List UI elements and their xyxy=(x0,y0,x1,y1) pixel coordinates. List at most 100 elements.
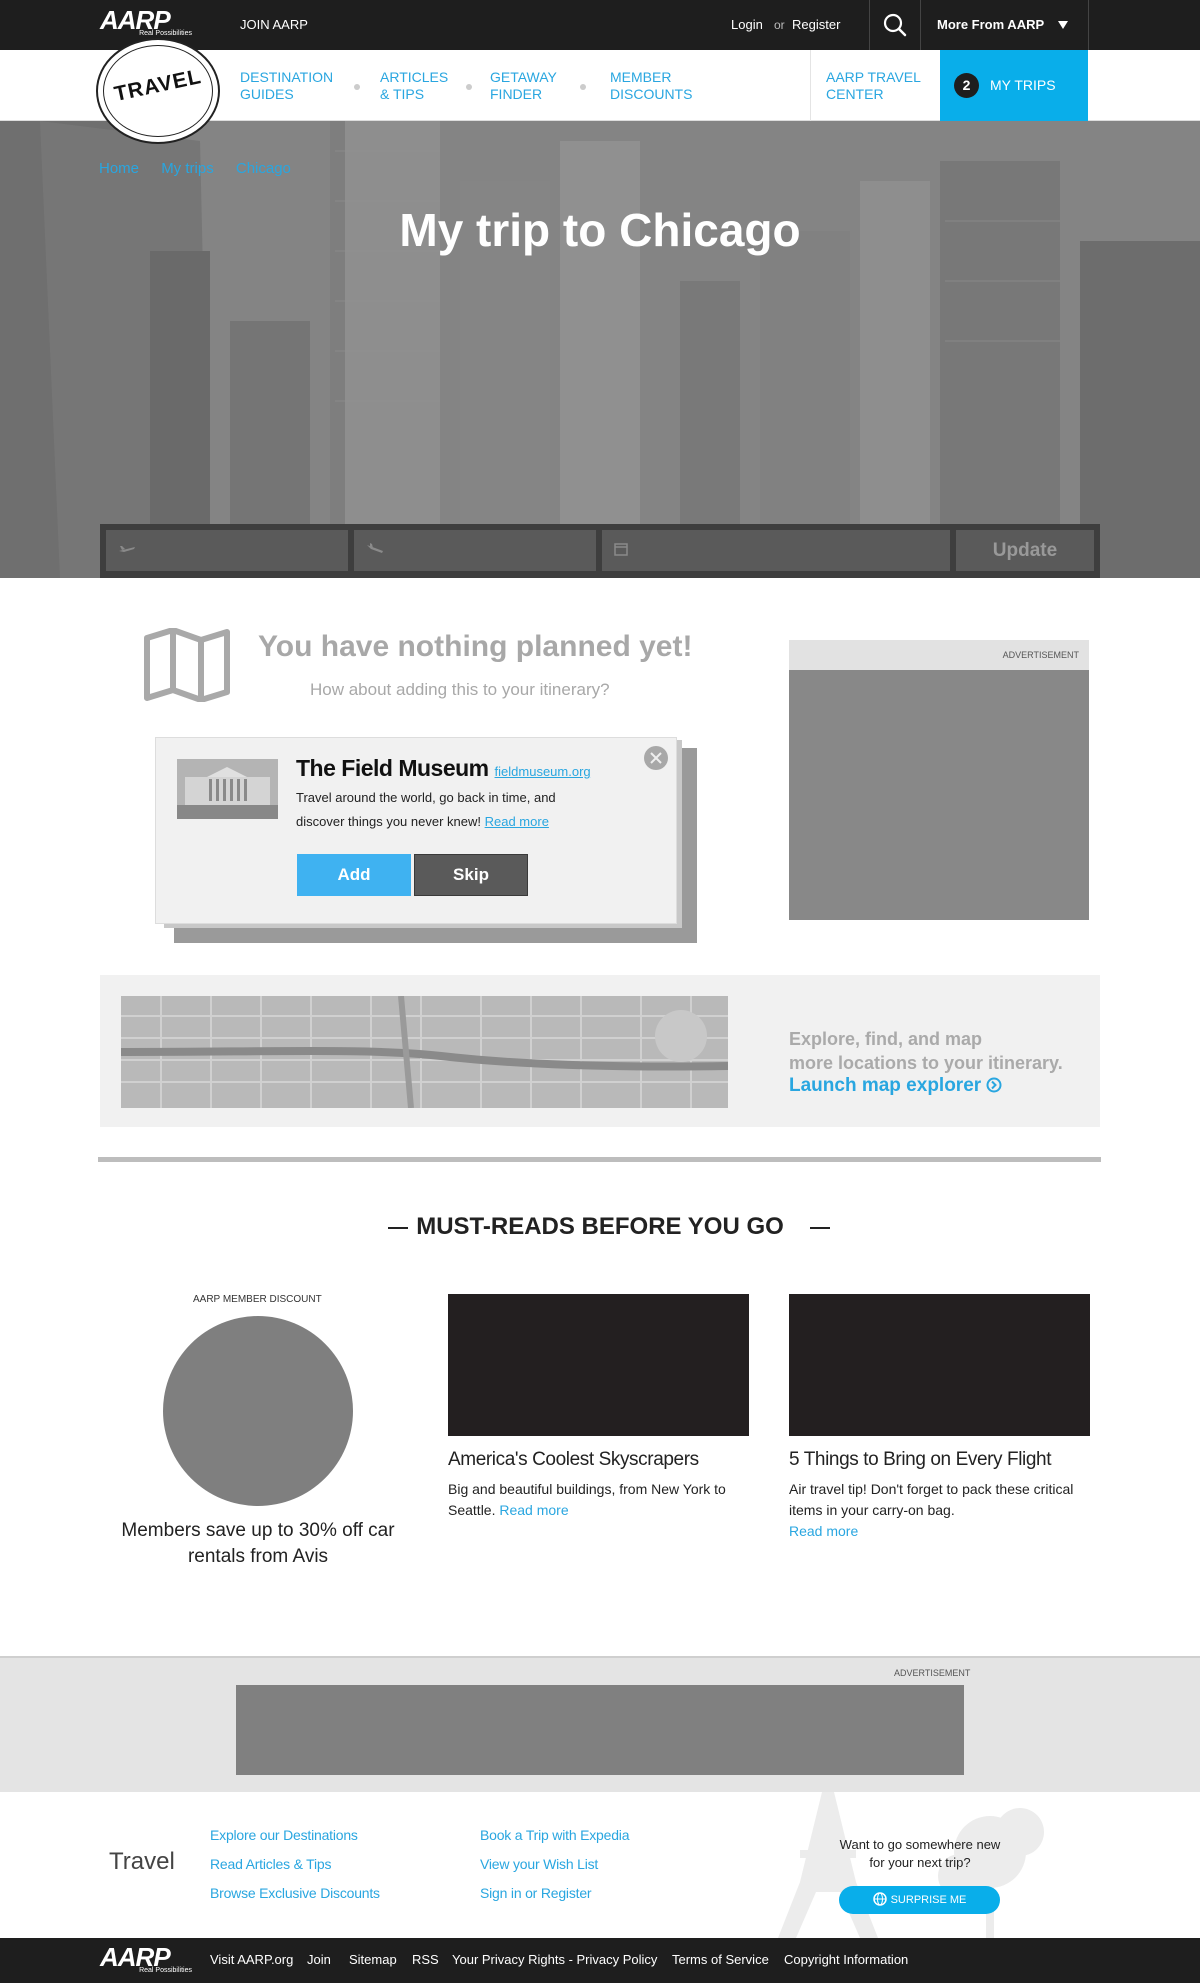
map-promo-line: more locations to your itinerary. xyxy=(789,1053,1063,1073)
map-preview-image[interactable] xyxy=(121,996,728,1108)
skip-button[interactable]: Skip xyxy=(414,854,528,896)
article-image-flight[interactable] xyxy=(789,1294,1090,1436)
suggestion-read-more-link[interactable]: Read more xyxy=(485,814,549,829)
footer-link[interactable]: Read Articles & Tips xyxy=(210,1856,331,1872)
launch-map-explorer-link[interactable]: Launch map explorer xyxy=(789,1075,1002,1097)
article-description: Air travel tip! Don't forget to pack the… xyxy=(789,1479,1079,1542)
map-promo-line: Explore, find, and map xyxy=(789,1029,983,1049)
nav-label: CENTER xyxy=(826,86,884,102)
hero-city-image xyxy=(0,121,1200,578)
suggestion-title: The Field Museum fieldmuseum.org xyxy=(296,755,591,782)
arrow-circle-right-icon xyxy=(986,1077,1002,1093)
bottom-link-rss[interactable]: RSS xyxy=(412,1952,439,1967)
nav-separator-dot xyxy=(466,84,472,90)
breadcrumb: Home My trips Chicago xyxy=(99,160,309,177)
footer-travel-brand[interactable]: Travel xyxy=(109,1848,175,1876)
nav-member-discounts[interactable]: MEMBER DISCOUNTS xyxy=(610,69,692,103)
footer-link[interactable]: Browse Exclusive Discounts xyxy=(210,1885,380,1901)
ad-label: ADVERTISEMENT xyxy=(1002,650,1079,660)
arrival-plane-icon xyxy=(367,543,383,553)
nav-label: DISCOUNTS xyxy=(610,86,693,102)
nav-label: FINDER xyxy=(490,86,543,102)
footer-link[interactable]: Book a Trip with Expedia xyxy=(480,1827,629,1843)
date-field[interactable] xyxy=(602,530,950,571)
article-description-text: Big and beautiful buildings, from New Yo… xyxy=(448,1481,726,1518)
update-button[interactable]: Update xyxy=(956,530,1094,571)
departure-field[interactable] xyxy=(106,530,348,571)
departure-plane-icon xyxy=(119,546,135,552)
footer-link[interactable]: Sign in or Register xyxy=(480,1885,592,1901)
breadcrumb-chicago[interactable]: Chicago xyxy=(236,160,291,177)
ad-label: ADVERTISEMENT xyxy=(894,1668,971,1678)
calendar-icon xyxy=(614,543,628,556)
ad-label-bar: ADVERTISEMENT xyxy=(789,640,1089,670)
article-image-skyscrapers[interactable] xyxy=(448,1294,749,1436)
close-icon[interactable] xyxy=(644,746,668,770)
travel-badge-logo[interactable]: TRAVEL xyxy=(96,38,220,144)
map-promo-text: Explore, find, and map more locations to… xyxy=(789,1027,1063,1075)
nav-travel-center[interactable]: AARP TRAVEL CENTER xyxy=(826,69,921,103)
footer-link[interactable]: View your Wish List xyxy=(480,1856,598,1872)
article-read-more-link[interactable]: Read more xyxy=(789,1523,858,1539)
bottom-advertisement-band: ADVERTISEMENT xyxy=(0,1656,1200,1792)
arrival-field[interactable] xyxy=(354,530,596,571)
must-reads-title: MUST-READS BEFORE YOU GO xyxy=(416,1213,784,1240)
page-title: My trip to Chicago xyxy=(399,204,801,256)
member-discount-text[interactable]: Members save up to 30% off car rentals f… xyxy=(120,1518,396,1570)
nav-label: GETAWAY xyxy=(490,69,557,85)
suggestion-description: Travel around the world, go back in time… xyxy=(296,786,596,834)
footer-question: Want to go somewhere new for your next t… xyxy=(839,1837,1001,1870)
register-link[interactable]: Register xyxy=(792,0,840,50)
article-title[interactable]: America's Coolest Skyscrapers xyxy=(448,1449,699,1471)
map-icon xyxy=(144,628,230,702)
member-discount-image[interactable] xyxy=(163,1316,353,1506)
divider xyxy=(1088,0,1089,50)
more-from-aarp-label: More From AARP xyxy=(937,17,1045,32)
aarp-logo[interactable]: AARP Real Possibilities xyxy=(100,5,192,42)
suggestion-card: The Field Museum fieldmuseum.org Travel … xyxy=(155,737,677,924)
search-icon xyxy=(883,13,907,37)
bottom-link-terms[interactable]: Terms of Service xyxy=(672,1952,769,1967)
surprise-me-button[interactable]: SURPRISE ME xyxy=(839,1886,1000,1914)
article-description: Big and beautiful buildings, from New Yo… xyxy=(448,1479,738,1521)
launch-map-explorer-label: Launch map explorer xyxy=(789,1075,982,1096)
breadcrumb-home[interactable]: Home xyxy=(99,160,139,177)
empty-itinerary-title: You have nothing planned yet! xyxy=(258,630,693,663)
title-dash xyxy=(810,1227,830,1229)
search-button[interactable] xyxy=(870,0,920,50)
join-aarp-link[interactable]: JOIN AARP xyxy=(240,0,308,50)
bottom-link-visit-aarp[interactable]: Visit AARP.org xyxy=(210,1952,293,1967)
trip-count-badge: 2 xyxy=(954,73,979,98)
bottom-link-privacy[interactable]: Your Privacy Rights - Privacy Policy xyxy=(452,1952,657,1967)
nav-articles-tips[interactable]: ARTICLES & TIPS xyxy=(380,69,448,103)
suggestion-name: The Field Museum xyxy=(296,755,489,781)
caret-down-icon xyxy=(1058,21,1068,29)
bottom-link-sitemap[interactable]: Sitemap xyxy=(349,1952,397,1967)
trip-search-bar: Update xyxy=(100,524,1100,578)
add-button[interactable]: Add xyxy=(297,854,411,896)
suggestion-website-link[interactable]: fieldmuseum.org xyxy=(495,764,591,779)
article-description-text: Air travel tip! Don't forget to pack the… xyxy=(789,1481,1074,1518)
aarp-logo-text: AARP xyxy=(100,5,171,35)
article-title[interactable]: 5 Things to Bring on Every Flight xyxy=(789,1449,1051,1471)
login-link[interactable]: Login xyxy=(731,0,763,50)
bottom-link-copyright[interactable]: Copyright Information xyxy=(784,1952,908,1967)
surprise-me-label: SURPRISE ME xyxy=(890,1894,967,1906)
nav-destination-guides[interactable]: DESTINATION GUIDES xyxy=(240,69,333,103)
my-trips-button[interactable]: 2 MY TRIPS xyxy=(940,50,1088,121)
nav-label: ARTICLES xyxy=(380,69,449,85)
article-read-more-link[interactable]: Read more xyxy=(499,1502,568,1518)
footer-link[interactable]: Explore our Destinations xyxy=(210,1827,358,1843)
nav-getaway-finder[interactable]: GETAWAY FINDER xyxy=(490,69,557,103)
field-museum-thumbnail xyxy=(177,759,278,819)
more-from-aarp-dropdown[interactable]: More From AARP xyxy=(921,0,1088,50)
aarp-logo-text: AARP xyxy=(100,1942,171,1972)
empty-itinerary-subtitle: How about adding this to your itinerary? xyxy=(310,680,610,699)
bottom-link-join[interactable]: Join xyxy=(307,1952,331,1967)
nav-label: & TIPS xyxy=(380,86,425,102)
aarp-footer-logo[interactable]: AARP Real Possibilities xyxy=(100,1942,192,1979)
sidebar-advertisement[interactable]: ADVERTISEMENT xyxy=(789,640,1089,920)
footer xyxy=(0,1792,1200,1938)
leaderboard-advertisement[interactable] xyxy=(236,1685,964,1775)
breadcrumb-my-trips[interactable]: My trips xyxy=(161,160,214,177)
